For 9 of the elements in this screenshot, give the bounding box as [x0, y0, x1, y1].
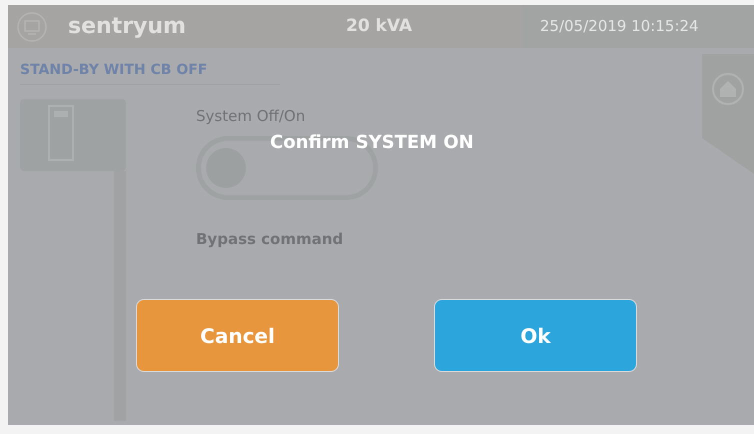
bypass-label: Bypass command [196, 228, 344, 250]
cancel-button[interactable]: Cancel [136, 299, 339, 372]
dialog-title: Confirm SYSTEM ON [270, 131, 474, 155]
ok-button[interactable]: Ok [434, 299, 637, 372]
status-title: STAND-BY WITH CB OFF [20, 60, 280, 85]
datetime-text: 25/05/2019 10:15:24 [540, 16, 699, 38]
brand-logo: sentryum [68, 13, 186, 41]
power-rating: 20 kVA [346, 14, 412, 38]
system-label: System Off/On [196, 106, 306, 127]
